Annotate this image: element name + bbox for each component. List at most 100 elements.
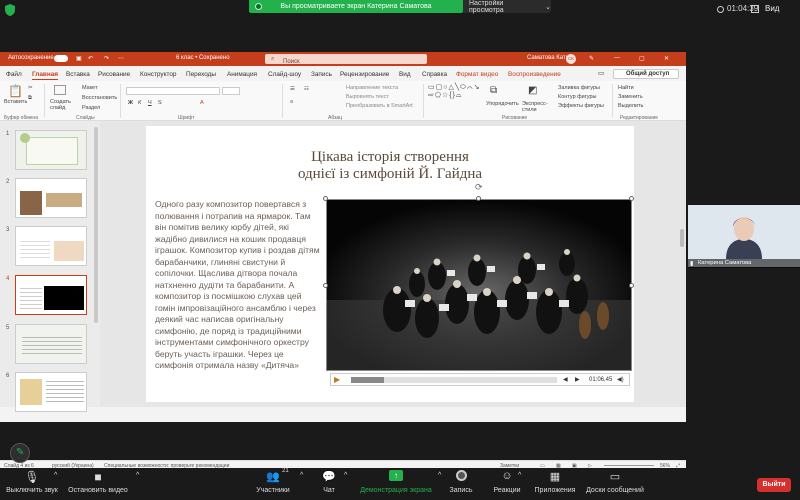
- security-shield-icon[interactable]: [4, 3, 16, 17]
- tab-review[interactable]: Рецензирование: [340, 71, 389, 78]
- align-text-button[interactable]: Выровнять текст: [346, 94, 389, 100]
- slide-thumbnail-4[interactable]: [15, 275, 87, 315]
- tab-insert[interactable]: Вставка: [66, 71, 90, 78]
- find-button[interactable]: Найти: [618, 85, 634, 91]
- bold-icon[interactable]: Ж: [128, 100, 133, 106]
- tab-design[interactable]: Конструктор: [140, 71, 176, 78]
- close-icon[interactable]: ✕: [664, 55, 669, 62]
- shape-outline-button[interactable]: Контур фигуры: [558, 94, 596, 100]
- arrange-icon[interactable]: ⧉: [490, 85, 497, 96]
- quick-styles-icon[interactable]: ◩: [528, 85, 537, 96]
- chevron-up-icon[interactable]: ^: [136, 472, 139, 479]
- underline-icon[interactable]: Ч: [148, 100, 152, 106]
- customize-toolbar-icon[interactable]: ⋯: [118, 55, 124, 62]
- tab-file[interactable]: Файл: [6, 71, 22, 78]
- participants-button[interactable]: 👥 Участники: [250, 470, 296, 494]
- tab-playback[interactable]: Воспроизведение: [508, 71, 561, 78]
- text-direction-button[interactable]: Направление текста: [346, 85, 398, 91]
- annotate-button[interactable]: ✎: [10, 443, 30, 463]
- grid-view-icon[interactable]: [751, 5, 759, 13]
- stop-video-button[interactable]: ■ Остановить видео: [66, 470, 130, 494]
- tab-view[interactable]: Вид: [399, 71, 411, 78]
- tab-help[interactable]: Справка: [422, 71, 447, 78]
- align-left-icon[interactable]: ≡: [290, 99, 293, 105]
- shape-fill-button[interactable]: Заливка фигуры: [558, 85, 600, 91]
- rotate-handle-icon[interactable]: ⟳: [475, 182, 483, 193]
- video-progress-track[interactable]: [351, 377, 557, 383]
- chevron-up-icon[interactable]: ^: [438, 472, 441, 479]
- strikethrough-icon[interactable]: S: [158, 100, 162, 106]
- mute-button[interactable]: 🎙 Выключить звук: [4, 470, 60, 494]
- volume-icon[interactable]: ◀): [617, 376, 624, 383]
- participant-video-tile[interactable]: Катерина Саматова ▮: [688, 205, 800, 268]
- chevron-up-icon[interactable]: ^: [54, 472, 57, 479]
- editor-scrollbar[interactable]: [680, 229, 684, 247]
- tab-video-format[interactable]: Формат видео: [456, 71, 498, 78]
- font-size-select[interactable]: [222, 87, 240, 95]
- reset-button[interactable]: Восстановить: [82, 95, 117, 101]
- numbering-icon[interactable]: ☷: [304, 86, 309, 92]
- chevron-up-icon[interactable]: ^: [300, 472, 303, 479]
- share-button[interactable]: Общий доступ: [613, 69, 679, 79]
- select-button[interactable]: Выделить: [618, 103, 643, 109]
- paste-button[interactable]: Вставить: [4, 99, 27, 105]
- redo-icon[interactable]: ↷: [104, 55, 109, 62]
- copy-icon[interactable]: ⧉: [28, 95, 32, 102]
- chevron-up-icon[interactable]: ^: [344, 472, 347, 479]
- slide-thumbnail-2[interactable]: [15, 178, 87, 218]
- quick-styles-button[interactable]: Экспресс-стили: [522, 101, 550, 113]
- comments-icon[interactable]: ▭: [598, 69, 604, 77]
- zoom-slider[interactable]: [604, 465, 654, 466]
- resize-handle[interactable]: [629, 283, 634, 288]
- slide-title[interactable]: Цікава історія створення однієї із симфо…: [146, 149, 634, 183]
- file-name[interactable]: 6 клас • Сохранено: [176, 55, 230, 61]
- chat-button[interactable]: 💬 Чат: [316, 470, 342, 494]
- record-button[interactable]: Запись: [448, 470, 474, 494]
- apps-button[interactable]: ▦ Приложения: [532, 470, 578, 494]
- new-slide-button[interactable]: Создать слайд: [50, 99, 74, 111]
- share-screen-button[interactable]: ↑ Демонстрация экрана: [356, 470, 436, 494]
- tab-home[interactable]: Главная: [32, 71, 58, 80]
- restore-icon[interactable]: ▢: [639, 55, 645, 62]
- slide-thumbnail-6[interactable]: [15, 372, 87, 412]
- font-color-icon[interactable]: A: [200, 100, 204, 106]
- autosave-toggle[interactable]: [54, 55, 68, 62]
- convert-smartart-button[interactable]: Преобразовать в SmartArt: [346, 103, 413, 109]
- tab-slideshow[interactable]: Слайд-шоу: [268, 71, 301, 78]
- search-input[interactable]: ⌕ Поиск: [265, 54, 427, 65]
- shape-effects-button[interactable]: Эффекты фигуры: [558, 103, 604, 109]
- tab-transitions[interactable]: Переходы: [186, 71, 216, 78]
- slide-canvas[interactable]: Цікава історія створення однієї із симфо…: [146, 126, 634, 402]
- play-icon[interactable]: ▶: [334, 375, 340, 384]
- replace-button[interactable]: Заменить: [618, 94, 643, 100]
- view-settings-button[interactable]: Настройки просмотра ⌄: [463, 0, 551, 14]
- slide-thumbnail-5[interactable]: [15, 324, 87, 364]
- chevron-up-icon[interactable]: ^: [518, 472, 521, 479]
- slide-thumbnail-1[interactable]: [15, 130, 87, 170]
- undo-icon[interactable]: ↶: [88, 55, 93, 62]
- view-button[interactable]: Вид: [765, 4, 779, 13]
- cut-icon[interactable]: ✂: [28, 85, 33, 91]
- forward-icon[interactable]: ▶: [575, 376, 580, 383]
- italic-icon[interactable]: К: [138, 100, 141, 106]
- video-player[interactable]: [326, 199, 632, 371]
- thumbnails-scrollbar[interactable]: [94, 127, 98, 323]
- pen-icon[interactable]: ✎: [589, 55, 594, 62]
- resize-handle[interactable]: [629, 196, 634, 201]
- resize-handle[interactable]: [323, 196, 328, 201]
- paste-icon[interactable]: 📋: [8, 84, 23, 98]
- minimize-icon[interactable]: —: [614, 55, 620, 61]
- section-button[interactable]: Раздел: [82, 105, 100, 111]
- shapes-gallery[interactable]: ▭▢○△╲⬭⌒↘ ⇨⬠☆{}⌓: [428, 84, 484, 100]
- font-name-select[interactable]: [126, 87, 220, 95]
- arrange-button[interactable]: Упорядочить: [486, 101, 519, 107]
- leave-button[interactable]: Выйти: [757, 478, 791, 492]
- resize-handle[interactable]: [476, 196, 481, 201]
- tab-draw[interactable]: Рисование: [98, 71, 130, 78]
- tab-record[interactable]: Запись: [311, 71, 332, 78]
- bullets-icon[interactable]: ☰: [290, 86, 295, 92]
- slide-body-text[interactable]: Одного разу композитор повертався з полю…: [155, 199, 323, 372]
- rewind-icon[interactable]: ◀: [563, 376, 568, 383]
- avatar[interactable]: СК: [566, 54, 576, 64]
- tab-animations[interactable]: Анимация: [227, 71, 257, 78]
